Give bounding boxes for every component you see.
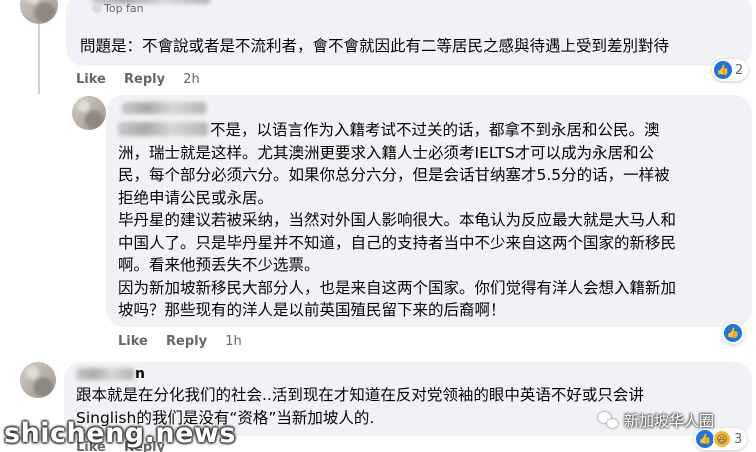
comment-actions: Like Reply 1h (118, 334, 242, 349)
reply-button[interactable]: Reply (124, 72, 165, 87)
top-fan-badge: Top fan (92, 2, 144, 15)
commenter-name-blur (76, 368, 134, 380)
reaction-summary[interactable]: 👍 (722, 322, 744, 344)
reply-button[interactable]: Reply (166, 334, 207, 349)
site-watermark: shicheng.news (4, 418, 236, 449)
comment-text: 不是，以语言作为入籍考试不过关的话，都拿不到永居和公民。澳 洲，瑞士就是这样。尤… (118, 121, 677, 319)
like-reaction-icon: 👍 (714, 61, 732, 79)
commenter-name[interactable]: n (76, 366, 145, 382)
commenter-name[interactable] (122, 102, 206, 114)
reaction-count: 3 (734, 431, 743, 447)
like-reaction-icon: 👍 (696, 430, 714, 448)
reaction-summary[interactable]: 👍 2 (712, 59, 749, 81)
like-button[interactable]: Like (118, 334, 148, 349)
wechat-icon (598, 411, 620, 430)
brand-watermark: 新加坡华人圈 (598, 410, 714, 431)
like-button[interactable]: Like (76, 72, 106, 87)
reaction-summary[interactable]: 👍 😆 3 (694, 428, 748, 450)
haha-reaction-icon: 😆 (713, 430, 731, 448)
comment-timestamp[interactable]: 1h (225, 334, 242, 349)
top-fan-icon (92, 3, 102, 13)
like-reaction-icon: 👍 (724, 324, 742, 342)
comment-actions: Like Reply 2h (76, 72, 200, 87)
brand-watermark-text: 新加坡华人圈 (624, 412, 715, 430)
commenter-avatar[interactable] (20, 0, 58, 24)
thread-line (38, 24, 40, 94)
comment-text: 問題是：不會說或者是不流利者，會不會就因此有二等居民之感與待遇上受到差別對待 (80, 37, 670, 55)
commenter-avatar[interactable] (20, 362, 56, 398)
commenter-avatar[interactable] (72, 96, 106, 130)
reaction-count: 2 (735, 62, 744, 78)
comment-timestamp[interactable]: 2h (183, 72, 200, 87)
